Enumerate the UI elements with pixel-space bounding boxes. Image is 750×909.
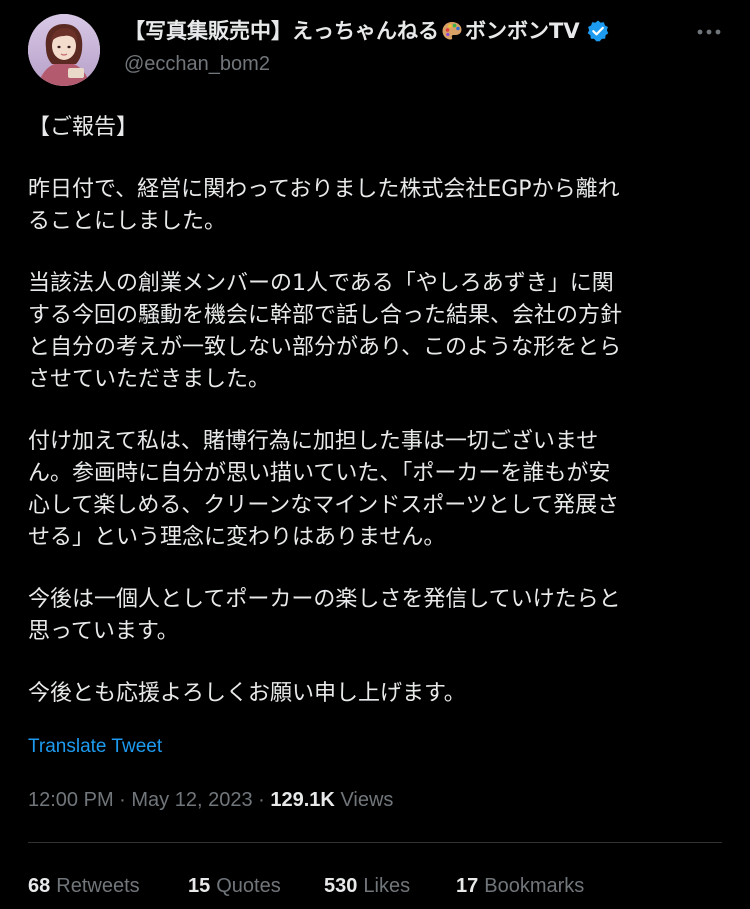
bookmarks-stat[interactable]: 17 Bookmarks — [456, 872, 584, 900]
quotes-count: 15 — [188, 875, 211, 897]
tweet-meta: 12:00 PM · May 12, 2023 · 129.1K Views — [28, 786, 393, 814]
quotes-label: Quotes — [216, 875, 281, 897]
meta-separator: · — [119, 789, 132, 811]
retweets-count: 68 — [28, 875, 51, 897]
more-options-button[interactable] — [692, 18, 726, 46]
retweets-stat[interactable]: 68 Retweets — [28, 872, 140, 900]
tweet-time[interactable]: 12:00 PM — [28, 789, 114, 811]
tweet-line: 思っています。 — [28, 619, 179, 644]
tweet-line: 当該法人の創業メンバーの1人である「やしろあずき」に関 — [28, 271, 614, 296]
meta-separator: · — [258, 789, 271, 811]
tweet-line: 【ご報告】 — [28, 115, 139, 140]
avatar-image — [28, 14, 100, 86]
display-name[interactable]: 【写真集販売中】えっちゃんねる — [124, 16, 439, 46]
tweet-line: ん。参画時に自分が思い描いていた、「ポーカーを誰もが安 — [28, 461, 611, 486]
tweet-line: 今後とも応援よろしくお願い申し上げます。 — [28, 681, 466, 706]
divider — [28, 842, 722, 843]
display-name-row[interactable]: 【写真集販売中】えっちゃんねる ボンボンTV — [124, 16, 610, 46]
tweet-line: せる」という理念に変わりはありません。 — [28, 525, 446, 550]
views-label: Views — [340, 789, 394, 811]
tweet-text: 【ご報告】 昨日付で、経営に関わっておりました株式会社EGPから離れ ることにし… — [28, 112, 728, 710]
avatar[interactable] — [28, 14, 100, 86]
tweet-line: 今後は一個人としてポーカーの楽しさを発信していけたらと — [28, 587, 621, 612]
tweet-line: させていただきました。 — [28, 367, 271, 392]
tweet-header: 【写真集販売中】えっちゃんねる ボンボンTV @ecchan_bom2 — [0, 0, 750, 100]
tweet-line: と自分の考えが一致しない部分があり、このような形をとら — [28, 335, 622, 360]
artist-palette-icon — [441, 20, 463, 42]
likes-label: Likes — [363, 875, 411, 897]
tweet-line: 付け加えて私は、賭博行為に加担した事は一切ございませ — [28, 429, 599, 454]
quotes-stat[interactable]: 15 Quotes — [188, 872, 281, 900]
bookmarks-count: 17 — [456, 875, 479, 897]
likes-count: 530 — [324, 875, 358, 897]
display-name-suffix[interactable]: ボンボンTV — [465, 16, 580, 46]
more-horizontal-icon — [697, 29, 721, 35]
views-count: 129.1K — [270, 789, 335, 811]
likes-stat[interactable]: 530 Likes — [324, 872, 410, 900]
tweet-line: ることにしました。 — [28, 209, 227, 234]
tweet-date[interactable]: May 12, 2023 — [131, 789, 252, 811]
tweet-line: する今回の騒動を機会に幹部で話し合った結果、会社の方針 — [28, 303, 623, 328]
verified-badge-icon[interactable] — [586, 19, 610, 43]
translate-tweet-link[interactable]: Translate Tweet — [28, 734, 162, 760]
retweets-label: Retweets — [56, 875, 140, 897]
bookmarks-label: Bookmarks — [484, 875, 585, 897]
tweet-line: 昨日付で、経営に関わっておりました株式会社EGPから離れ — [28, 177, 620, 202]
tweet-line: 心して楽しめる、クリーンなマインドスポーツとして発展さ — [28, 493, 620, 518]
author-handle[interactable]: @ecchan_bom2 — [124, 50, 270, 78]
